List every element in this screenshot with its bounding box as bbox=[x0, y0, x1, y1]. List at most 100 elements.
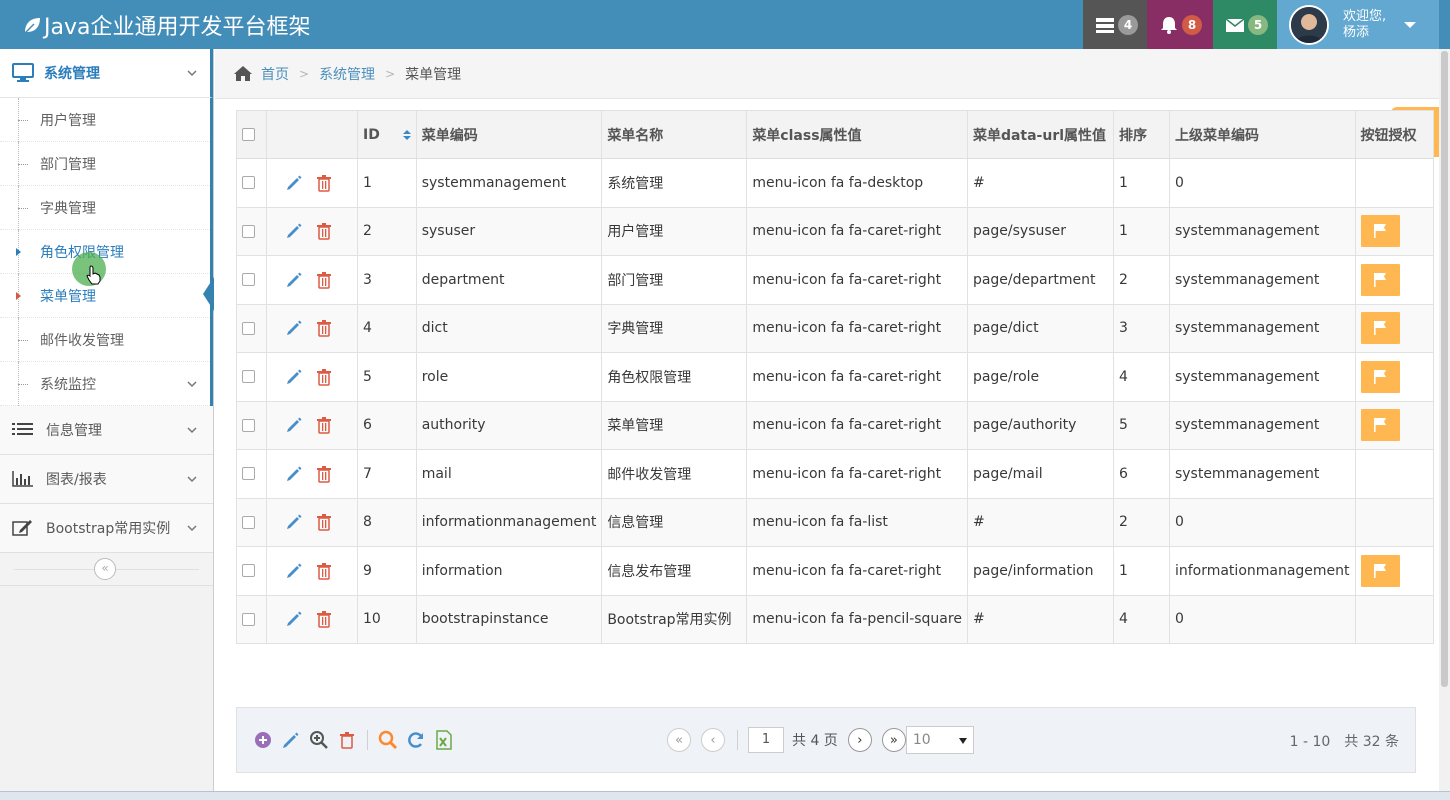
row-checkbox[interactable] bbox=[242, 467, 255, 481]
flag-icon bbox=[1373, 563, 1386, 578]
zoom-in-icon[interactable] bbox=[309, 730, 329, 750]
messages-button[interactable]: 5 bbox=[1213, 0, 1277, 49]
row-checkbox[interactable] bbox=[242, 321, 255, 335]
table-row[interactable]: 4 dict 字典管理 menu-icon fa fa-caret-right … bbox=[236, 303, 1434, 353]
tasks-button[interactable]: 4 bbox=[1083, 0, 1147, 49]
table-row[interactable]: 6 authority 菜单管理 menu-icon fa fa-caret-r… bbox=[236, 400, 1434, 450]
page-number-input[interactable]: 1 bbox=[748, 727, 784, 753]
search-icon[interactable] bbox=[378, 730, 398, 750]
trash-icon[interactable] bbox=[315, 610, 333, 628]
trash-icon[interactable] bbox=[315, 562, 333, 580]
sort-icon[interactable] bbox=[402, 129, 411, 140]
pencil-icon[interactable] bbox=[285, 610, 303, 628]
breadcrumb-section[interactable]: 系统管理 bbox=[319, 64, 375, 84]
last-page-button[interactable]: » bbox=[881, 728, 906, 752]
table-row[interactable]: 2 sysuser 用户管理 menu-icon fa fa-caret-rig… bbox=[236, 206, 1434, 256]
cell-name: 部门管理 bbox=[601, 255, 748, 305]
table-row[interactable]: 8 informationmanagement 信息管理 menu-icon f… bbox=[236, 497, 1434, 547]
trash-icon[interactable] bbox=[315, 368, 333, 386]
authorize-button[interactable] bbox=[1360, 554, 1400, 587]
row-checkbox[interactable] bbox=[242, 564, 255, 578]
add-icon[interactable] bbox=[253, 730, 273, 750]
trash-icon[interactable] bbox=[315, 465, 333, 483]
sidebar-group-charts[interactable]: 图表/报表 bbox=[0, 455, 213, 504]
column-header-id[interactable]: ID bbox=[357, 110, 417, 159]
table-row[interactable]: 3 department 部门管理 menu-icon fa fa-caret-… bbox=[236, 255, 1434, 305]
cell-class: menu-icon fa fa-caret-right bbox=[746, 546, 968, 596]
row-checkbox[interactable] bbox=[242, 370, 255, 384]
authorize-button[interactable] bbox=[1360, 409, 1400, 442]
pencil-icon[interactable] bbox=[285, 513, 303, 531]
row-select-cell bbox=[236, 352, 267, 402]
row-checkbox[interactable] bbox=[242, 176, 255, 190]
page-size-select[interactable]: 10 bbox=[905, 726, 974, 754]
table-row[interactable]: 5 role 角色权限管理 menu-icon fa fa-caret-righ… bbox=[236, 352, 1434, 402]
trash-icon[interactable] bbox=[315, 271, 333, 289]
column-header-class[interactable]: 菜单class属性值 bbox=[746, 110, 968, 159]
row-checkbox[interactable] bbox=[242, 515, 255, 529]
scrollbar-thumb[interactable] bbox=[1441, 51, 1448, 687]
sidebar-item-mail[interactable]: 邮件收发管理 bbox=[0, 318, 210, 362]
column-header-order[interactable]: 排序 bbox=[1112, 110, 1170, 159]
column-header-code[interactable]: 菜单编码 bbox=[415, 110, 603, 159]
trash-icon[interactable] bbox=[315, 319, 333, 337]
row-checkbox[interactable] bbox=[242, 612, 255, 626]
refresh-icon[interactable] bbox=[406, 730, 426, 750]
sidebar-collapse-button[interactable]: « bbox=[94, 558, 116, 580]
sidebar-item-dictionary[interactable]: 字典管理 bbox=[0, 186, 210, 230]
sidebar-group-bootstrap[interactable]: Bootstrap常用实例 bbox=[0, 504, 213, 553]
chevron-down-icon bbox=[187, 525, 197, 532]
notifications-button[interactable]: 8 bbox=[1147, 0, 1213, 49]
prev-page-button[interactable]: ‹ bbox=[701, 728, 725, 752]
column-header-parent[interactable]: 上级菜单编码 bbox=[1168, 110, 1356, 159]
pencil-icon[interactable] bbox=[285, 174, 303, 192]
sidebar-item-users[interactable]: 用户管理 bbox=[0, 98, 210, 142]
excel-export-icon[interactable] bbox=[434, 730, 454, 750]
row-checkbox[interactable] bbox=[242, 418, 255, 432]
trash-icon[interactable] bbox=[315, 174, 333, 192]
pencil-icon[interactable] bbox=[285, 368, 303, 386]
select-all-checkbox[interactable] bbox=[242, 128, 255, 141]
sidebar-item-menus[interactable]: 菜单管理 bbox=[0, 274, 210, 318]
pencil-icon[interactable] bbox=[285, 271, 303, 289]
cell-parent: 0 bbox=[1168, 594, 1356, 644]
column-header-auth[interactable]: 按钮授权 bbox=[1354, 110, 1434, 159]
breadcrumb-home[interactable]: 首页 bbox=[261, 64, 289, 84]
authorize-button[interactable] bbox=[1360, 360, 1400, 393]
row-checkbox[interactable] bbox=[242, 273, 255, 287]
home-icon[interactable] bbox=[233, 65, 253, 82]
column-header-url[interactable]: 菜单data-url属性值 bbox=[966, 110, 1114, 159]
authorize-button[interactable] bbox=[1360, 263, 1400, 296]
app-brand[interactable]: Java企业通用开发平台框架 bbox=[22, 9, 310, 41]
trash-icon[interactable] bbox=[315, 513, 333, 531]
pencil-icon[interactable] bbox=[285, 416, 303, 434]
pencil-icon[interactable] bbox=[285, 319, 303, 337]
trash-icon[interactable] bbox=[337, 730, 357, 750]
notifications-badge: 8 bbox=[1182, 14, 1202, 35]
pencil-icon[interactable] bbox=[285, 465, 303, 483]
sidebar-item-monitor[interactable]: 系统监控 bbox=[0, 362, 210, 406]
sidebar-group-information[interactable]: 信息管理 bbox=[0, 406, 213, 455]
sidebar-group-system[interactable]: 系统管理 bbox=[0, 49, 213, 98]
table-row[interactable]: 7 mail 邮件收发管理 menu-icon fa fa-caret-righ… bbox=[236, 449, 1434, 499]
trash-icon[interactable] bbox=[315, 416, 333, 434]
flag-icon bbox=[1373, 418, 1386, 433]
pencil-icon[interactable] bbox=[281, 730, 301, 750]
pencil-icon[interactable] bbox=[285, 562, 303, 580]
trash-icon[interactable] bbox=[315, 222, 333, 240]
authorize-button[interactable] bbox=[1360, 312, 1400, 345]
pencil-icon[interactable] bbox=[285, 222, 303, 240]
user-menu[interactable]: 欢迎您, 杨添 bbox=[1277, 0, 1439, 49]
column-header-name[interactable]: 菜单名称 bbox=[601, 110, 748, 159]
sidebar-collapse: « bbox=[0, 553, 213, 586]
table-row[interactable]: 9 information 信息发布管理 menu-icon fa fa-car… bbox=[236, 546, 1434, 596]
table-row[interactable]: 10 bootstrapinstance Bootstrap常用实例 menu-… bbox=[236, 594, 1434, 644]
authorize-button[interactable] bbox=[1360, 215, 1400, 248]
next-page-button[interactable]: › bbox=[847, 728, 872, 752]
row-checkbox[interactable] bbox=[242, 224, 255, 238]
first-page-button[interactable]: « bbox=[667, 728, 691, 752]
table-row[interactable]: 1 systemmanagement 系统管理 menu-icon fa fa-… bbox=[236, 158, 1434, 208]
vertical-scrollbar[interactable] bbox=[1439, 49, 1450, 791]
sidebar-item-departments[interactable]: 部门管理 bbox=[0, 142, 210, 186]
cell-class: menu-icon fa fa-caret-right bbox=[746, 400, 968, 450]
